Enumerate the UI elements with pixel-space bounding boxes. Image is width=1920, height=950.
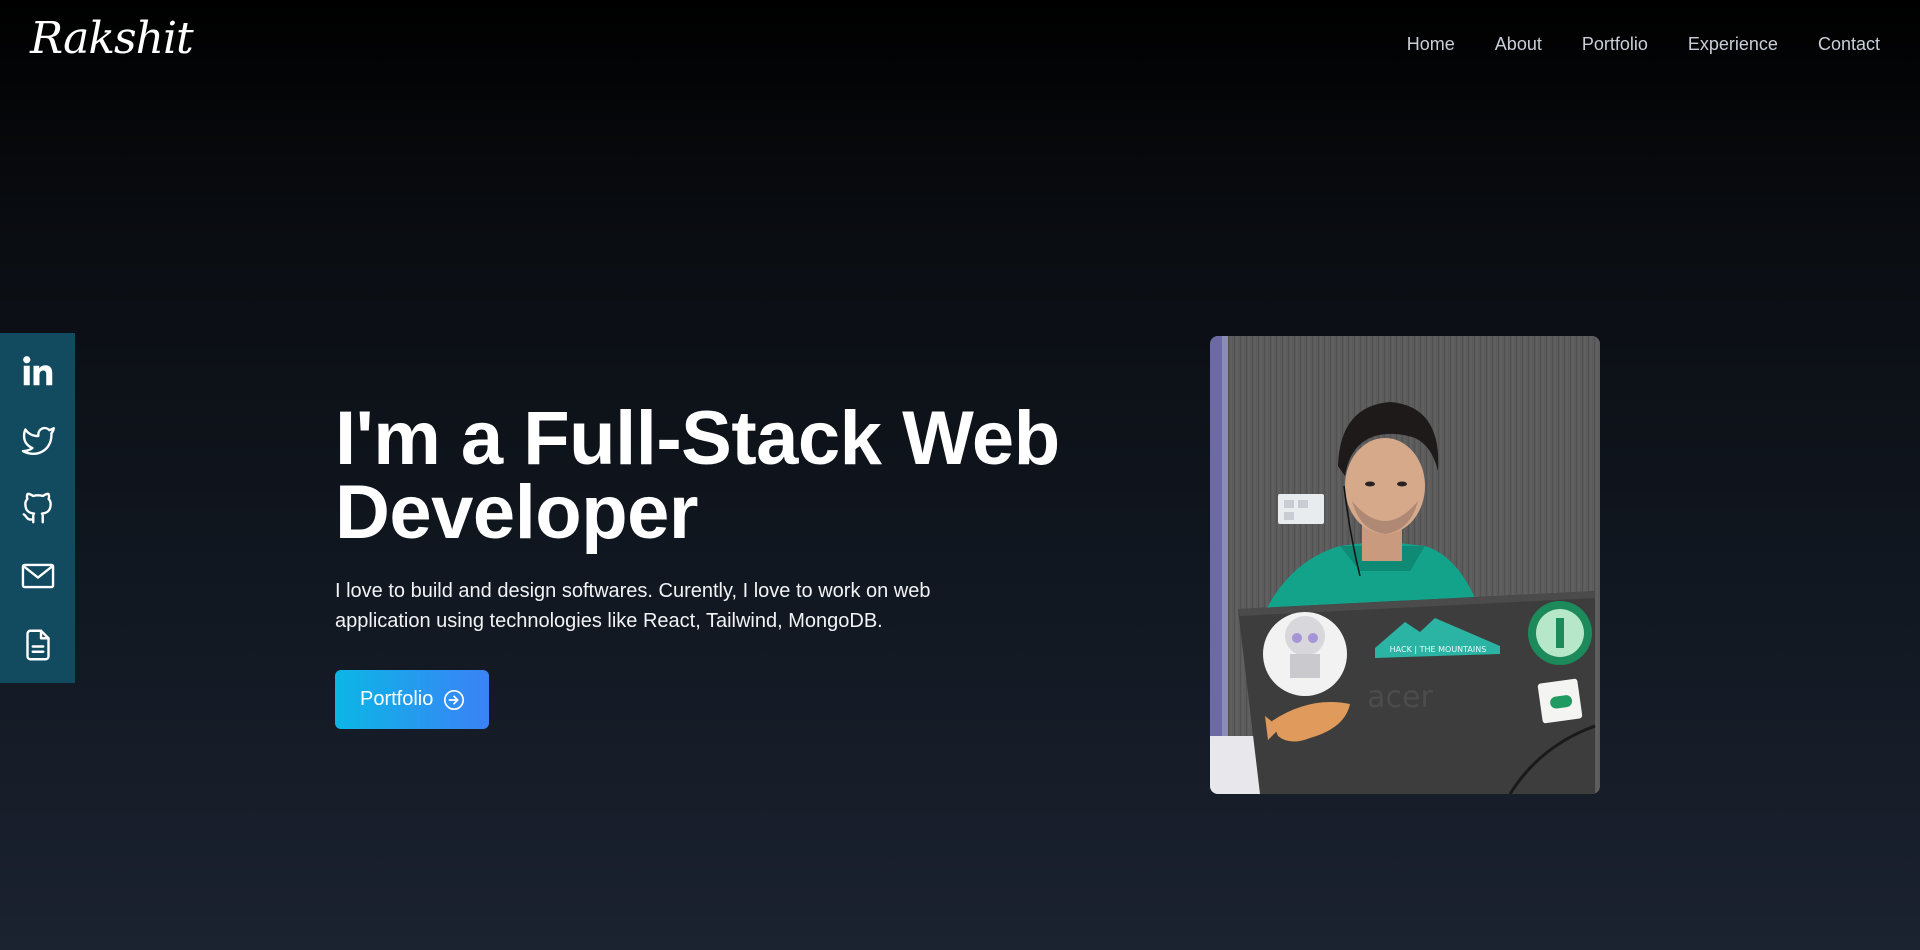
- main-nav: Home About Portfolio Experience Contact: [1407, 32, 1880, 56]
- twitter-link[interactable]: [16, 418, 60, 462]
- nav-portfolio[interactable]: Portfolio: [1582, 32, 1648, 56]
- github-link[interactable]: [16, 486, 60, 530]
- hero-description: I love to build and design softwares. Cu…: [335, 580, 931, 632]
- nav-home[interactable]: Home: [1407, 32, 1455, 56]
- linkedin-icon: [22, 356, 52, 386]
- hero-title: I'm a Full-Stack Web Developer: [335, 401, 1095, 551]
- hero-title-line1: I'm a Full-Stack Web: [335, 396, 1060, 481]
- arrow-right-circle-icon: [444, 689, 465, 710]
- email-link[interactable]: [16, 554, 60, 598]
- resume-link[interactable]: [16, 623, 60, 667]
- hero-title-line2: Developer: [335, 470, 699, 555]
- nav-about[interactable]: About: [1495, 32, 1542, 56]
- portfolio-button-label: Portfolio: [360, 688, 434, 710]
- social-sidebar: [0, 333, 75, 683]
- site-header: Rakshit Home About Portfolio Experience …: [0, 0, 1920, 90]
- portfolio-button[interactable]: Portfolio: [335, 670, 490, 729]
- nav-contact[interactable]: Contact: [1818, 32, 1880, 56]
- site-logo[interactable]: Rakshit: [30, 10, 194, 68]
- resume-icon: [25, 629, 50, 661]
- profile-photo: acer HACK | THE MOUNTAINS: [1210, 336, 1600, 794]
- linkedin-link[interactable]: [16, 349, 60, 393]
- sticker-text: HACK | THE MOUNTAINS: [1390, 645, 1487, 654]
- profile-photo-image: acer HACK | THE MOUNTAINS: [1210, 336, 1600, 794]
- svg-text:acer: acer: [1367, 680, 1433, 715]
- hero-section: I'm a Full-Stack Web Developer I love to…: [335, 401, 1095, 729]
- nav-experience[interactable]: Experience: [1688, 32, 1778, 56]
- mail-icon: [21, 564, 54, 589]
- twitter-icon: [21, 426, 55, 455]
- github-icon: [22, 492, 52, 524]
